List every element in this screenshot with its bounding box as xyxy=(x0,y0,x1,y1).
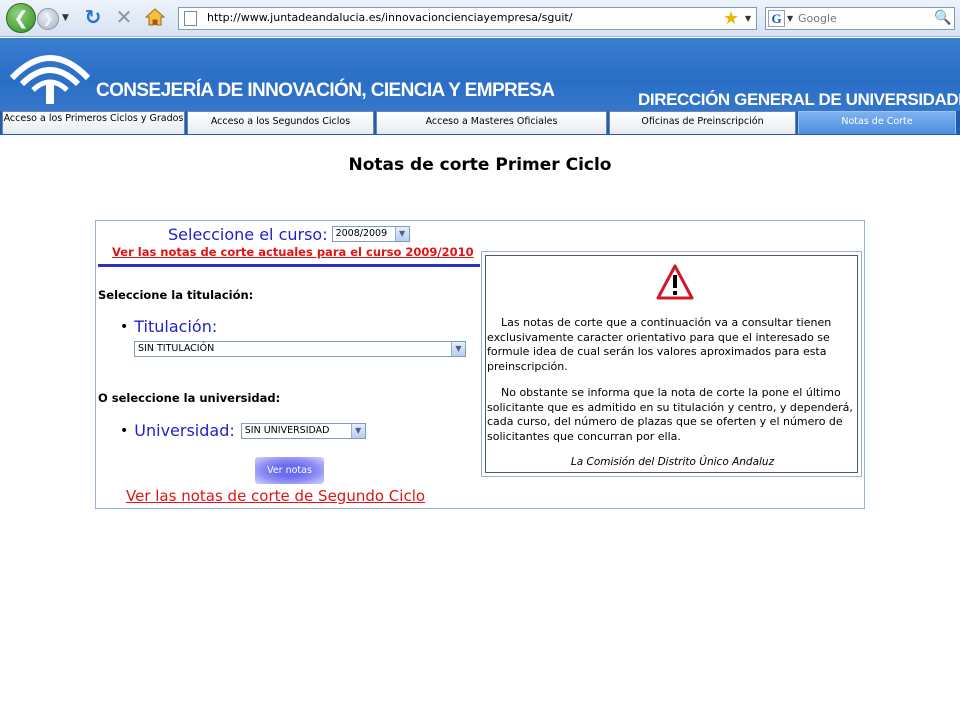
universidad-label: Universidad: xyxy=(134,421,235,440)
universidad-heading: O seleccione la universidad: xyxy=(98,391,281,405)
search-box[interactable]: G ▼ 🔍 xyxy=(765,7,955,30)
tab-masteres[interactable]: Acceso a Masteres Oficiales xyxy=(376,111,607,134)
back-arrow-icon[interactable]: ❮ xyxy=(6,3,36,33)
bullet-icon: • xyxy=(120,422,129,439)
curso-label: Seleccione el curso: xyxy=(168,224,328,244)
universidad-value: SIN UNIVERSIDAD xyxy=(244,424,330,436)
titulacion-label: Titulación: xyxy=(134,317,218,336)
ver-notas-button[interactable]: Ver notas xyxy=(255,457,324,484)
url-text[interactable]: http://www.juntadeandalucia.es/innovacio… xyxy=(207,11,572,24)
main-panel: Seleccione el curso: 2008/2009 ▼ Ver las… xyxy=(95,220,865,509)
tab-notas-de-corte[interactable]: Notas de Corte xyxy=(798,111,956,134)
consejeria-title: CONSEJERÍA DE INNOVACIÓN, CIENCIA Y EMPR… xyxy=(96,80,555,101)
titulacion-row: • Titulación: xyxy=(120,317,217,336)
notice-signature: La Comisión del Distrito Único Andaluz xyxy=(570,456,775,468)
refresh-icon[interactable]: ↻ xyxy=(82,6,104,28)
curso-value: 2008/2009 xyxy=(335,228,388,239)
tab-segundos-ciclos[interactable]: Acceso a los Segundos Ciclos xyxy=(187,111,374,134)
titulacion-select[interactable]: SIN TITULACIÓN ▼ xyxy=(134,341,466,357)
search-input[interactable] xyxy=(798,10,928,27)
link-segundo-ciclo[interactable]: Ver las notas de corte de Segundo Ciclo xyxy=(126,487,425,505)
chevron-down-icon[interactable]: ▼ xyxy=(350,423,365,438)
google-icon[interactable]: G xyxy=(768,10,785,27)
tab-oficinas[interactable]: Oficinas de Preinscripción xyxy=(609,111,796,134)
titulacion-value: SIN TITULACIÓN xyxy=(138,343,215,354)
universidad-row: • Universidad: SIN UNIVERSIDAD ▼ xyxy=(120,421,366,440)
direccion-general-title: DIRECCIÓN GENERAL DE UNIVERSIDADES xyxy=(638,90,960,109)
junta-logo-icon xyxy=(9,55,91,104)
history-dropdown-icon[interactable]: ▼ xyxy=(62,13,69,23)
link-notas-actuales[interactable]: Ver las notas de corte actuales para el … xyxy=(112,245,474,259)
chevron-down-icon[interactable]: ▼ xyxy=(451,342,465,356)
page-title: Notas de corte Primer Ciclo xyxy=(348,155,612,175)
notice-text-2: No obstante se informa que la nota de co… xyxy=(487,386,853,443)
titulacion-heading: Seleccione la titulación: xyxy=(98,288,254,302)
bookmark-star-icon[interactable]: ★ xyxy=(723,8,739,29)
curso-row: Seleccione el curso: 2008/2009 ▼ xyxy=(168,223,410,245)
notice-inner: Las notas de corte que a continuación va… xyxy=(485,255,858,473)
notice-box: Las notas de corte que a continuación va… xyxy=(481,251,862,477)
bullet-icon: • xyxy=(120,318,129,335)
site-header: CONSEJERÍA DE INNOVACIÓN, CIENCIA Y EMPR… xyxy=(0,38,960,111)
divider xyxy=(98,264,480,267)
page-icon xyxy=(184,11,197,26)
home-icon[interactable] xyxy=(144,8,166,26)
universidad-select[interactable]: SIN UNIVERSIDAD ▼ xyxy=(240,422,366,439)
main-tabs: Acceso a los Primeros Ciclos y Grados Ac… xyxy=(0,111,960,135)
search-engine-dropdown-icon[interactable]: ▼ xyxy=(787,14,793,23)
notice-paragraph-2: No obstante se informa que la nota de co… xyxy=(487,386,858,444)
chevron-down-icon[interactable]: ▼ xyxy=(394,227,409,241)
address-bar[interactable]: http://www.juntadeandalucia.es/innovacio… xyxy=(178,7,757,30)
url-dropdown-icon[interactable]: ▼ xyxy=(745,14,751,23)
warning-icon xyxy=(656,264,694,300)
curso-select[interactable]: 2008/2009 ▼ xyxy=(331,226,410,242)
search-icon[interactable]: 🔍 xyxy=(934,10,951,26)
forward-arrow-icon[interactable]: ❯ xyxy=(37,8,59,30)
notice-paragraph-1: Las notas de corte que a continuación va… xyxy=(487,316,858,374)
tab-primeros-ciclos[interactable]: Acceso a los Primeros Ciclos y Grados xyxy=(2,111,185,134)
notice-text-1: Las notas de corte que a continuación va… xyxy=(487,316,832,373)
stop-icon[interactable]: ✕ xyxy=(114,6,134,28)
browser-toolbar: ❮ ❯ ▼ ↻ ✕ http://www.juntadeandalucia.es… xyxy=(0,0,960,37)
